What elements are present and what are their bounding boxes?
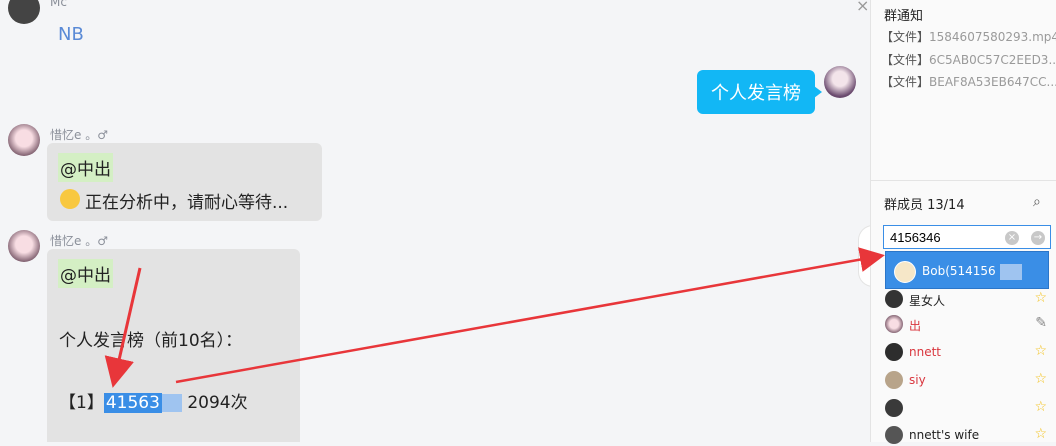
message-text: NB — [58, 24, 84, 45]
avatar — [894, 261, 916, 283]
search-icon[interactable]: ⌕ — [1033, 194, 1041, 210]
blurred-region — [999, 263, 1022, 280]
star-icon: ☆ — [1034, 399, 1047, 415]
rank-count: 2094次 — [181, 393, 248, 413]
smile-emoji-icon — [60, 189, 80, 209]
rank-entry: 【1】 41563 2094次 — [59, 388, 248, 413]
search-suggestion-item[interactable]: Bob(514156 — [885, 251, 1049, 289]
avatar — [885, 290, 903, 308]
file-tag: 【文件】 — [881, 30, 930, 44]
rank-prefix: 【1】 — [59, 393, 104, 413]
file-name: BEAF8A53EB647CC... — [929, 75, 1056, 89]
notice-title: 群通知 — [884, 9, 924, 24]
star-icon: ☆ — [1034, 426, 1047, 442]
blurred-region — [161, 394, 182, 412]
avatar[interactable] — [8, 124, 40, 156]
file-item[interactable]: 【文件】BEAF8A53EB647CC... — [881, 73, 1056, 90]
members-title: 群成员 13/14 — [884, 198, 965, 213]
member-name: nnett's wife — [909, 428, 980, 442]
member-row[interactable]: 出 ✎ — [885, 313, 1055, 335]
avatar — [885, 426, 903, 444]
sender-name: Mc — [50, 0, 67, 9]
avatar — [885, 315, 903, 333]
message-bubble: @中出 个人发言榜（前10名）： 【1】 41563 2094次 — [47, 249, 300, 442]
file-tag: 【文件】 — [881, 75, 930, 89]
member-row[interactable]: ☆ — [885, 397, 1055, 419]
avatar — [885, 399, 903, 417]
avatar — [885, 343, 903, 361]
avatar[interactable] — [8, 0, 40, 24]
self-message-bubble: 个人发言榜 — [697, 70, 822, 114]
file-tag: 【文件】 — [881, 53, 930, 67]
edit-icon[interactable]: ✎ — [1035, 315, 1047, 331]
file-name: 6C5AB0C57C2EED3... — [929, 53, 1056, 67]
mention-tag[interactable]: @中出 — [58, 153, 113, 182]
member-name: 出 — [909, 319, 922, 333]
message-text: 正在分析中，请耐心等待... — [85, 193, 289, 213]
arrow-right-icon[interactable]: → — [1031, 231, 1045, 245]
sender-name: 惜忆e 。♂ — [50, 234, 108, 248]
clear-icon[interactable]: × — [1005, 231, 1019, 245]
suggestion-text: Bob(514156 — [922, 264, 996, 278]
member-row[interactable]: 星女人 ☆ — [885, 288, 1055, 310]
close-icon[interactable]: × — [856, 0, 869, 15]
chat-area: × Mc NB 个人发言榜 惜忆e 。♂ @中出 正在分析中，请耐心等待... … — [0, 0, 870, 442]
member-name: nnett — [909, 345, 942, 359]
file-item[interactable]: 【文件】1584607580293.mp4 — [881, 28, 1056, 45]
avatar — [885, 371, 903, 389]
mention-tag[interactable]: @中出 — [58, 259, 113, 288]
member-name: siy — [909, 373, 926, 387]
member-name: 星女人 — [909, 294, 946, 308]
file-name: 1584607580293.mp4 — [929, 30, 1056, 44]
avatar[interactable] — [8, 230, 40, 262]
sender-name: 惜忆e 。♂ — [50, 128, 108, 142]
member-row[interactable]: nnett ☆ — [885, 341, 1055, 363]
self-avatar[interactable] — [824, 66, 856, 98]
member-row[interactable]: nnett's wife ☆ — [885, 424, 1055, 446]
divider — [871, 180, 1056, 181]
message-text: 个人发言榜 — [711, 83, 801, 104]
message-bubble: @中出 正在分析中，请耐心等待... — [47, 143, 322, 221]
file-item[interactable]: 【文件】6C5AB0C57C2EED3... — [881, 51, 1056, 68]
star-icon: ☆ — [1034, 290, 1047, 306]
message-text: 个人发言榜（前10名）： — [59, 331, 243, 351]
group-sidebar: 群通知 【文件】1584607580293.mp4 【文件】6C5AB0C57C… — [870, 0, 1056, 444]
member-search-input[interactable] — [883, 225, 1051, 249]
rank-id-selection[interactable]: 41563 — [103, 393, 162, 413]
member-row[interactable]: siy ☆ — [885, 369, 1055, 391]
star-icon: ☆ — [1034, 343, 1047, 359]
star-icon: ☆ — [1034, 371, 1047, 387]
